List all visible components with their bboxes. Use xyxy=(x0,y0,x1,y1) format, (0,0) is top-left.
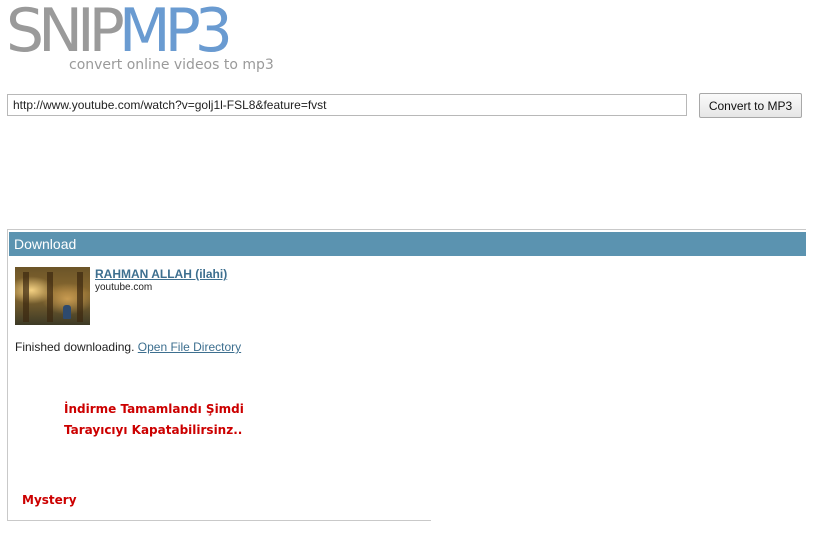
video-source: youtube.com xyxy=(95,282,153,293)
snipmp3-logo: SNIPMP3 convert online videos to mp3 xyxy=(6,0,306,76)
open-file-directory-link[interactable]: Open File Directory xyxy=(138,340,241,354)
annotation-line-1: İndirme Tamamlandı Şimdi xyxy=(64,402,244,416)
annotation-line-2: Tarayıcıyı Kapatabilirsinz.. xyxy=(64,423,243,437)
thumbnail-detail xyxy=(23,272,29,322)
annotation-signature: Mystery xyxy=(22,493,77,507)
panel-bottom-divider xyxy=(7,520,431,521)
thumbnail-detail xyxy=(77,272,83,322)
video-url-input[interactable] xyxy=(7,94,687,116)
convert-to-mp3-button[interactable]: Convert to MP3 xyxy=(699,93,802,118)
thumbnail-detail xyxy=(47,272,53,322)
thumbnail-figure xyxy=(63,305,71,319)
status-text: Finished downloading. xyxy=(15,340,135,354)
download-panel-header: Download xyxy=(9,232,806,256)
logo-tagline: convert online videos to mp3 xyxy=(69,57,274,73)
download-status: Finished downloading. Open File Director… xyxy=(15,340,241,354)
video-title-link[interactable]: RAHMAN ALLAH (ilahi) xyxy=(95,267,227,281)
video-thumbnail[interactable] xyxy=(15,267,90,325)
